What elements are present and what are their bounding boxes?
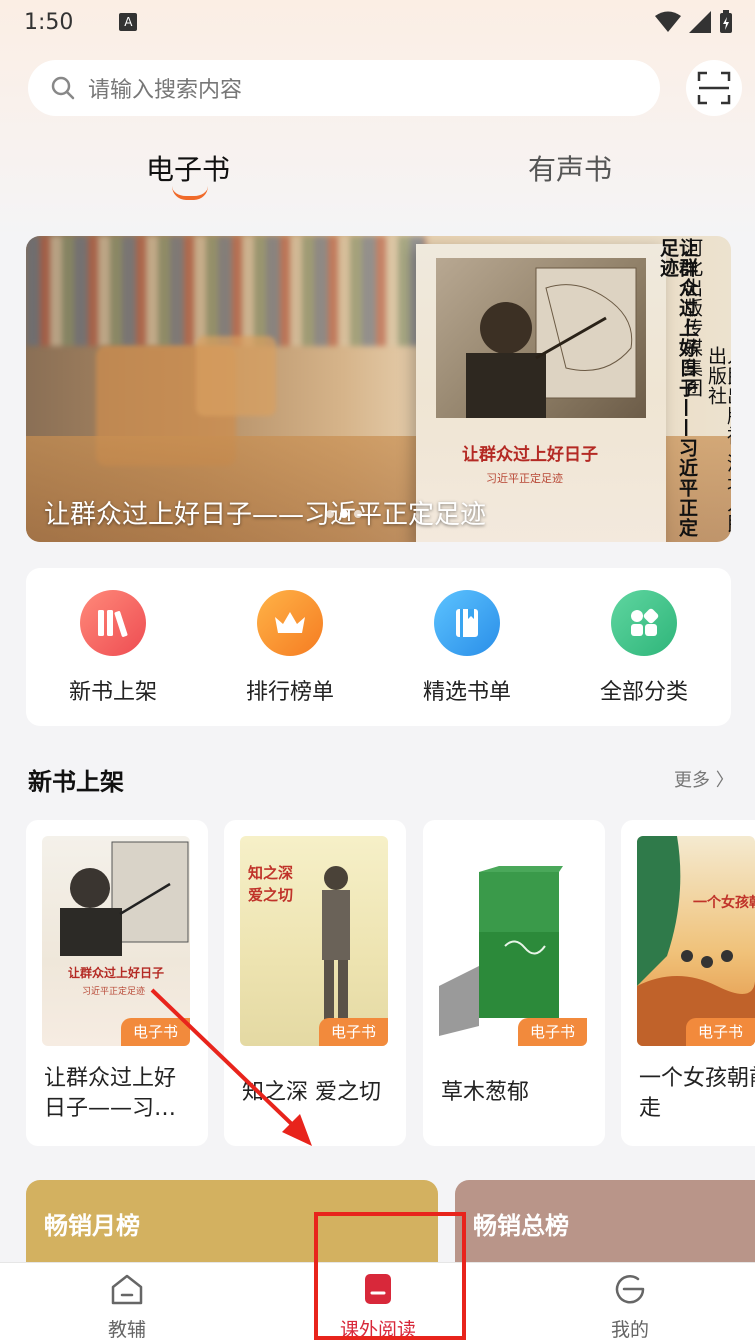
book-card[interactable]: 一个女孩朝前走 电子书 一个女孩朝前走 <box>621 820 755 1146</box>
book-cover-title: 一个女孩朝前走 <box>693 895 755 911</box>
ebook-badge: 电子书 <box>517 1018 587 1046</box>
banner-book-title: 让群众过上好日子 <box>462 445 598 465</box>
book-cover-title: 知之深 爱之切 <box>248 864 294 904</box>
crown-icon <box>257 590 323 656</box>
status-time: 1:50 <box>24 9 74 35</box>
ebook-badge: 电子书 <box>318 1018 388 1046</box>
banner-vertical-publisher: 河北出版传媒集团 <box>681 238 703 398</box>
entry-label: 全部分类 <box>599 680 688 705</box>
entry-label: 新书上架 <box>68 680 157 705</box>
nav-item-profile[interactable]: 我的 <box>570 1271 690 1342</box>
carousel-dot <box>354 510 362 518</box>
entry-label: 排行榜单 <box>245 680 334 705</box>
wifi-icon <box>655 11 681 32</box>
signal-icon <box>689 11 711 33</box>
carousel-dot-active <box>340 510 348 518</box>
banner-carousel[interactable]: 让群众过上好日子 习近平正定足迹 让群众过上好日子——习近平正定足迹 河北出版传… <box>26 236 731 542</box>
book-cover-subtitle: 习近平正定足迹 <box>82 987 146 997</box>
more-link[interactable]: 更多 〉 <box>674 766 734 792</box>
status-icons <box>655 10 733 34</box>
entry-rankings[interactable]: 排行榜单 <box>220 590 360 706</box>
book-card[interactable]: 知之深 爱之切 电子书 知之深 爱之切 <box>224 820 406 1146</box>
entry-label: 精选书单 <box>422 680 511 705</box>
grid-icon <box>611 590 677 656</box>
tab-audiobook[interactable]: 有声书 <box>528 148 612 188</box>
battery-icon <box>720 10 732 33</box>
book-title: 草木葱郁 <box>441 1080 530 1105</box>
banner-chair-image <box>196 336 276 416</box>
ebook-badge: 电子书 <box>120 1018 190 1046</box>
search-placeholder: 请输入搜索内容 <box>88 78 243 103</box>
quick-entry-panel: 新书上架 排行榜单 精选书单 全部分类 <box>26 568 731 726</box>
book-cover: 知之深 爱之切 电子书 <box>240 836 388 1046</box>
book-cover: 让群众过上好日子 习近平正定足迹 电子书 <box>42 836 190 1046</box>
entry-all-categories[interactable]: 全部分类 <box>574 590 714 706</box>
annotation-highlight-box <box>314 1212 466 1340</box>
books-icon <box>80 590 146 656</box>
book-icon <box>434 590 500 656</box>
book-card[interactable]: 让群众过上好日子 习近平正定足迹 电子书 让群众过上好日子——习… <box>26 820 208 1146</box>
book-card[interactable]: 电子书 草木葱郁 <box>423 820 605 1146</box>
book-cover: 一个女孩朝前走 电子书 <box>637 836 755 1046</box>
search-input[interactable]: 请输入搜索内容 <box>28 60 660 116</box>
banner-vertical-publisher: 人民出版社 河北人民出版社 <box>705 346 731 533</box>
scan-button[interactable] <box>686 60 742 116</box>
section-title-new-books: 新书上架 <box>28 768 124 796</box>
book-title: 让群众过上好日子——习… <box>44 1066 177 1121</box>
entry-selected-lists[interactable]: 精选书单 <box>397 590 537 706</box>
ebook-badge: 电子书 <box>685 1018 755 1046</box>
book-title: 知之深 爱之切 <box>242 1080 381 1105</box>
book-title: 一个女孩朝前走 <box>639 1066 755 1121</box>
notification-icon: A <box>119 13 138 31</box>
scan-icon <box>697 71 731 105</box>
status-bar: 1:50 A <box>0 0 755 44</box>
profile-icon <box>615 1275 645 1304</box>
tab-ebook[interactable]: 电子书 <box>146 148 230 188</box>
banner-book-photo <box>436 258 646 418</box>
book-cover-title: 让群众过上好日子 <box>68 966 165 980</box>
entry-new-books[interactable]: 新书上架 <box>43 590 183 706</box>
ranking-label: 畅销总榜 <box>473 1212 569 1240</box>
nav-label: 教辅 <box>107 1319 146 1341</box>
banner-bookshelf-image <box>26 236 426 346</box>
book-cover: 电子书 <box>439 836 587 1046</box>
banner-caption: 让群众过上好日子——习近平正定足迹 <box>44 500 487 530</box>
nav-label: 我的 <box>610 1319 649 1341</box>
nav-item-tutoring[interactable]: 教辅 <box>67 1271 187 1342</box>
search-icon <box>51 76 75 100</box>
carousel-dot <box>326 510 334 518</box>
home-icon <box>111 1274 143 1305</box>
banner-book-subtitle: 习近平正定足迹 <box>486 472 563 485</box>
ranking-label: 畅销月榜 <box>44 1212 140 1240</box>
